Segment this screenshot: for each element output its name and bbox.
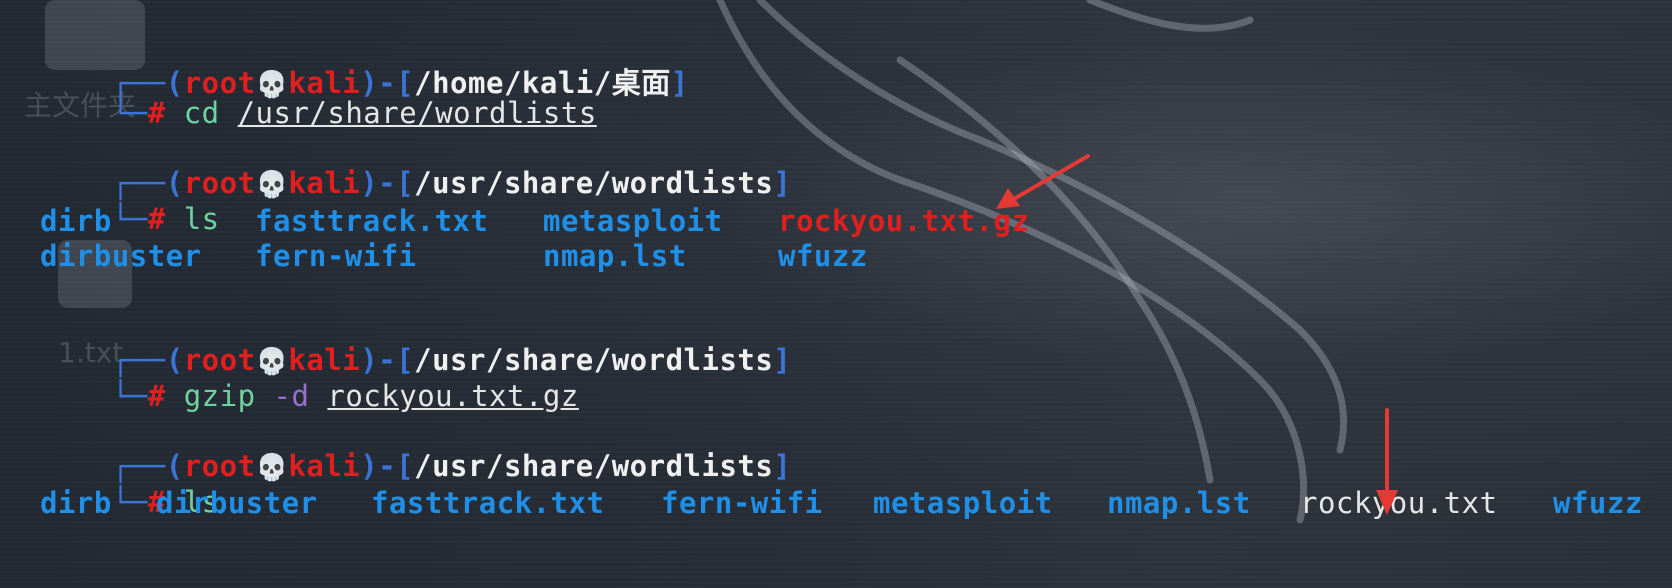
arrow-to-rockyou-gz [996,154,1090,209]
annotation-arrows [996,154,1398,515]
arrow-to-rockyou-txt [1376,408,1398,515]
